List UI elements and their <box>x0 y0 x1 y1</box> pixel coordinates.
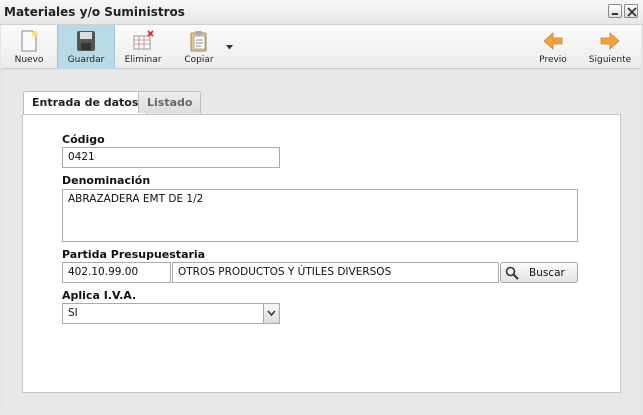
tab-data-entry[interactable]: Entrada de datos <box>23 91 148 114</box>
vat-select-value: SI <box>68 307 78 319</box>
denomination-label: Denominación <box>62 174 151 187</box>
budget-line-description-field[interactable]: OTROS PRODUCTOS Y ÚTILES DIVERSOS <box>172 262 499 283</box>
delete-table-icon <box>133 30 154 50</box>
search-button[interactable]: Buscar <box>500 262 578 283</box>
window-titlebar: Materiales y/o Suministros <box>0 0 643 25</box>
copy-dropdown-icon[interactable] <box>226 45 233 50</box>
search-button-label: Buscar <box>529 267 565 279</box>
code-label: Código <box>62 133 105 146</box>
close-icon[interactable] <box>624 4 638 18</box>
new-button-label: Nuevo <box>14 55 44 65</box>
copy-button-label: Copiar <box>184 55 214 65</box>
toolbar: Nuevo Guardar Eliminar Copiar Previo Sig… <box>1 25 641 69</box>
copy-button[interactable]: Copiar <box>171 25 227 69</box>
minimize-icon[interactable] <box>608 4 622 18</box>
delete-button[interactable]: Eliminar <box>115 25 171 69</box>
save-button-label: Guardar <box>67 55 105 65</box>
floppy-disk-icon <box>77 31 95 51</box>
new-document-icon <box>21 30 38 52</box>
new-button[interactable]: Nuevo <box>1 25 57 69</box>
budget-line-code-field[interactable]: 402.10.99.00 <box>62 262 171 283</box>
arrow-right-icon <box>600 32 620 50</box>
save-button[interactable]: Guardar <box>57 25 115 69</box>
chevron-down-icon[interactable] <box>263 304 279 323</box>
denomination-field[interactable]: ABRAZADERA EMT DE 1/2 <box>62 189 578 242</box>
previous-button[interactable]: Previo <box>525 25 581 69</box>
code-field[interactable]: 0421 <box>62 147 280 168</box>
clipboard-icon <box>190 31 207 52</box>
previous-button-label: Previo <box>539 55 567 65</box>
delete-button-label: Eliminar <box>124 55 162 65</box>
budget-line-label: Partida Presupuestaria <box>62 248 206 261</box>
vat-select[interactable]: SI <box>62 303 280 324</box>
window-title: Materiales y/o Suministros <box>4 5 185 19</box>
magnifier-icon <box>505 266 519 280</box>
arrow-left-icon <box>543 32 563 50</box>
tab-list[interactable]: Listado <box>138 91 202 113</box>
form-panel: Código 0421 Denominación ABRAZADERA EMT … <box>22 114 621 393</box>
next-button[interactable]: Siguiente <box>582 25 638 69</box>
next-button-label: Siguiente <box>588 55 632 65</box>
main-panel: Entrada de datos Listado Código 0421 Den… <box>4 70 640 410</box>
vat-label: Aplica I.V.A. <box>62 289 137 302</box>
